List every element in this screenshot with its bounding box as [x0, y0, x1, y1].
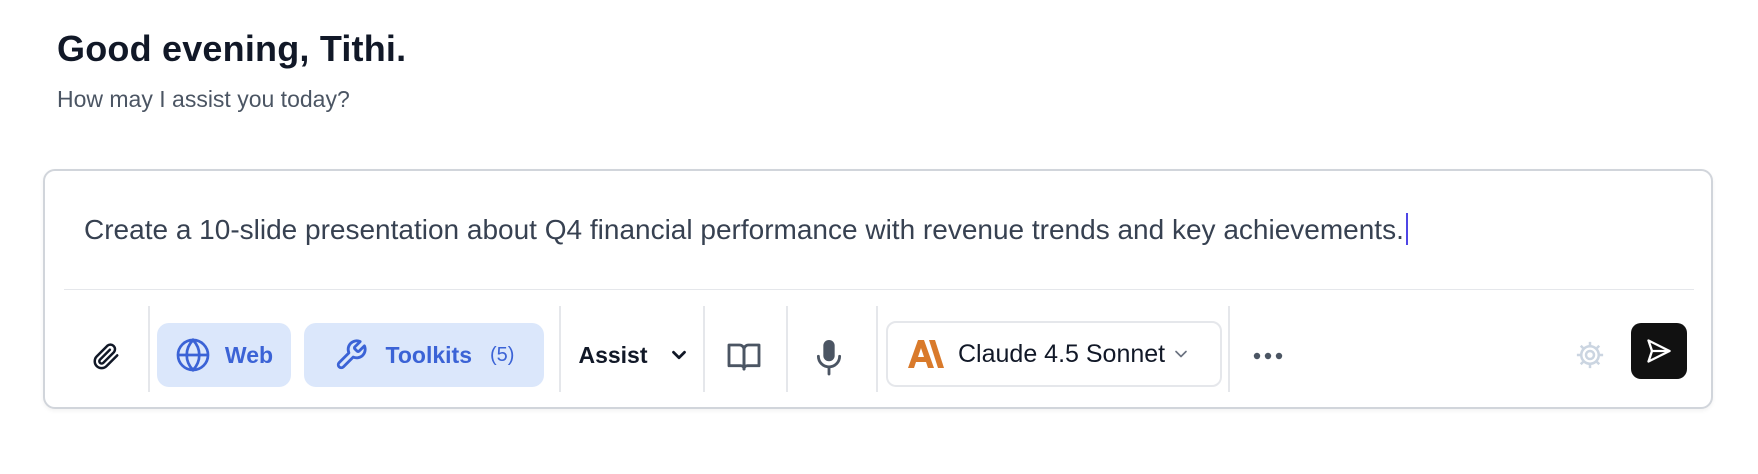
toolbar-separator	[786, 306, 788, 392]
more-dots-icon	[1253, 352, 1283, 360]
chat-composer: Create a 10-slide presentation about Q4 …	[43, 169, 1713, 409]
text-caret	[1405, 213, 1408, 245]
toolbar-separator	[703, 306, 705, 392]
chevron-down-icon	[671, 350, 686, 360]
gear-icon	[1576, 341, 1604, 369]
settings-button[interactable]	[1565, 330, 1615, 380]
greeting-title: Good evening, Tithi.	[57, 28, 407, 69]
globe-icon	[176, 338, 210, 372]
mode-dropdown[interactable]: Assist	[567, 323, 701, 387]
mode-label: Assist	[578, 341, 648, 368]
toolkits-button[interactable]: Toolkits (5)	[304, 323, 544, 387]
anthropic-logo-icon	[908, 340, 944, 368]
toolbar-separator	[559, 306, 561, 392]
send-button[interactable]	[1631, 323, 1687, 379]
more-options-button[interactable]	[1243, 334, 1293, 378]
wrench-icon	[336, 339, 367, 370]
library-button[interactable]	[718, 331, 770, 383]
prompt-input[interactable]: Create a 10-slide presentation about Q4 …	[84, 213, 1408, 246]
composer-divider	[64, 289, 1694, 290]
toolkits-count: (5)	[490, 343, 515, 366]
web-label: Web	[224, 341, 274, 368]
model-selector[interactable]: Claude 4.5 Sonnet	[886, 321, 1222, 387]
microphone-icon	[816, 340, 842, 376]
attach-button[interactable]	[81, 331, 131, 381]
toolbar-separator	[148, 306, 150, 392]
paperclip-icon	[93, 343, 119, 370]
greeting-subtitle: How may I assist you today?	[57, 86, 350, 112]
voice-input-button[interactable]	[803, 331, 855, 383]
toolbar-separator	[876, 306, 878, 392]
book-icon	[727, 343, 761, 371]
web-search-toggle[interactable]: Web	[157, 323, 291, 387]
send-icon	[1647, 339, 1671, 363]
prompt-text: Create a 10-slide presentation about Q4 …	[84, 214, 1404, 245]
model-label: Claude 4.5 Sonnet	[958, 339, 1166, 368]
toolbar-separator	[1228, 306, 1230, 392]
toolkits-label: Toolkits	[385, 341, 472, 368]
chevron-down-icon	[1175, 350, 1187, 358]
